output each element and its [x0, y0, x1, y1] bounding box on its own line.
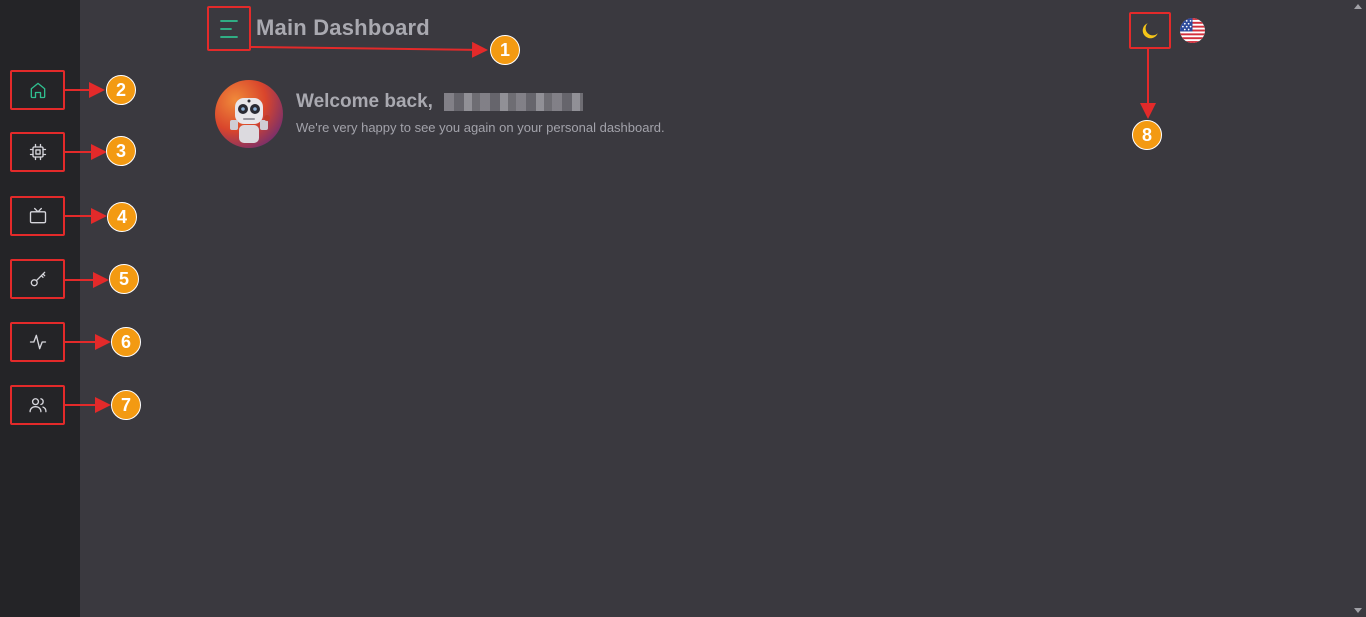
- welcome-subtitle: We're very happy to see you again on you…: [296, 120, 665, 135]
- sidebar-item-home[interactable]: [10, 70, 65, 110]
- us-flag-icon: [1180, 18, 1205, 43]
- chip-icon: [29, 143, 46, 161]
- sidebar-item-tv[interactable]: [10, 196, 65, 236]
- avatar: [215, 80, 283, 148]
- theme-toggle-button[interactable]: [1129, 12, 1171, 49]
- robot-avatar-image: [230, 98, 270, 143]
- annotation-arrows: [65, 41, 1156, 413]
- key-icon: [30, 271, 45, 287]
- scroll-up-icon[interactable]: [1354, 4, 1362, 9]
- tv-icon: [29, 207, 46, 224]
- home-icon: [30, 82, 45, 99]
- sidebar-item-key[interactable]: [10, 259, 65, 299]
- page-title: Main Dashboard: [256, 15, 430, 40]
- scrollbar[interactable]: [1350, 0, 1366, 617]
- users-icon: [28, 398, 47, 413]
- sidebar-item-users[interactable]: [10, 385, 65, 425]
- welcome-title: Welcome back,: [296, 91, 433, 112]
- scroll-down-icon[interactable]: [1354, 608, 1362, 613]
- callout-2: 2: [106, 75, 136, 105]
- callout-5: 5: [109, 264, 139, 294]
- moon-icon: [1142, 22, 1158, 38]
- menu-icon: [220, 19, 238, 38]
- sidebar: [0, 0, 80, 617]
- callout-3: 3: [106, 136, 136, 166]
- redacted-username: [444, 93, 583, 111]
- callout-6: 6: [111, 327, 141, 357]
- callout-7: 7: [111, 390, 141, 420]
- callout-1: 1: [490, 35, 520, 65]
- sidebar-item-activity[interactable]: [10, 322, 65, 362]
- callout-4: 4: [107, 202, 137, 232]
- activity-icon: [29, 334, 46, 350]
- callout-8: 8: [1132, 120, 1162, 150]
- menu-toggle-button[interactable]: [207, 6, 251, 51]
- language-selector-button[interactable]: [1180, 18, 1205, 43]
- sidebar-item-chip[interactable]: [10, 132, 65, 172]
